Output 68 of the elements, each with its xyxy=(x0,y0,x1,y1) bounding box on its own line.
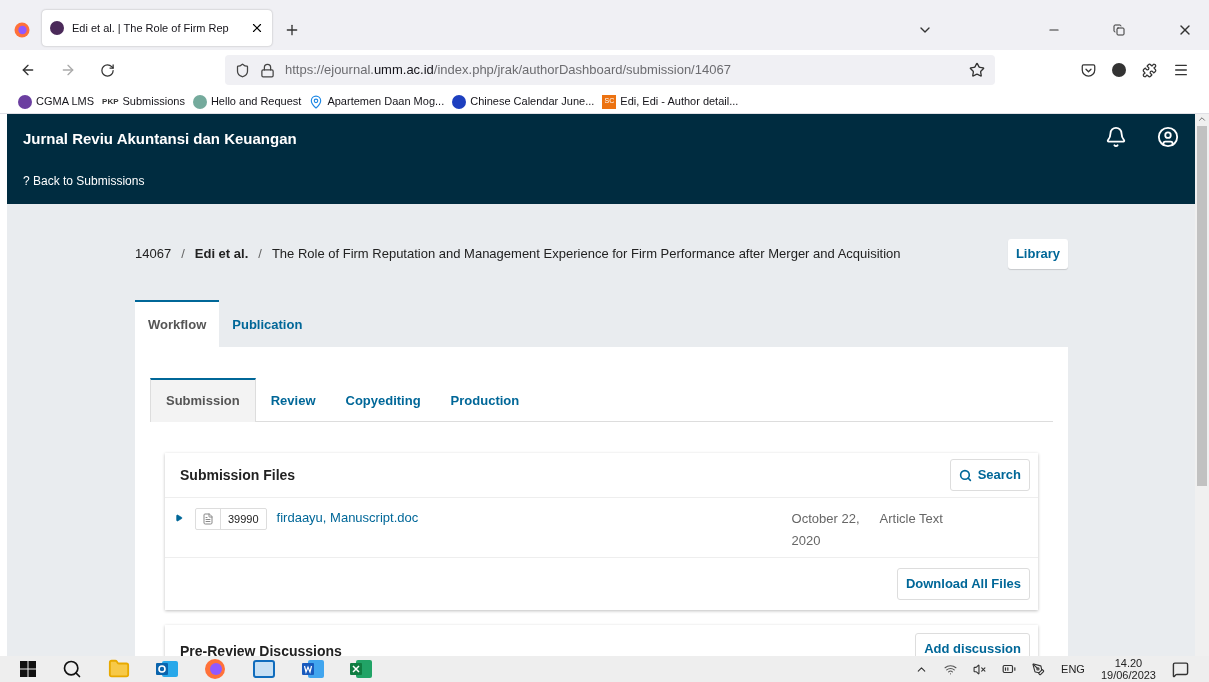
address-bar[interactable]: https://ejournal.umm.ac.id/index.php/jrak/authorDashboard/submission/14067 xyxy=(225,55,995,85)
language-indicator[interactable]: ENG xyxy=(1061,660,1085,678)
expand-icon[interactable] xyxy=(175,514,183,522)
windows-start-icon[interactable] xyxy=(20,661,36,677)
bookmark-link[interactable]: Submissions xyxy=(122,93,185,110)
muted-speaker-icon[interactable] xyxy=(973,662,987,676)
download-all-button[interactable]: Download All Files xyxy=(896,568,1030,600)
file-link[interactable]: firdaayu, Manuscript.doc xyxy=(276,508,792,528)
new-tab-icon[interactable] xyxy=(284,22,300,38)
browser-tab[interactable]: Edi et al. | The Role of Firm Rep xyxy=(42,10,272,46)
search-icon xyxy=(958,468,972,482)
account-icon[interactable] xyxy=(1112,63,1126,77)
bookmark-link[interactable]: Apartemen Daan Mog... xyxy=(327,93,445,110)
submission-id: 14067 xyxy=(135,245,172,264)
extensions-icon[interactable] xyxy=(1142,62,1157,78)
separator: / xyxy=(258,245,262,264)
stage-tab[interactable]: Production xyxy=(435,378,535,422)
close-icon[interactable] xyxy=(250,21,264,35)
notifications-icon[interactable] xyxy=(1172,660,1189,678)
tab-title: Edi et al. | The Role of Firm Rep xyxy=(72,20,230,36)
document-icon xyxy=(202,513,214,525)
document-app-icon[interactable] xyxy=(302,659,324,679)
spreadsheet-app-icon[interactable] xyxy=(350,659,372,679)
shield-icon xyxy=(235,62,250,78)
submission-authors: Edi et al. xyxy=(194,245,249,264)
clock-time[interactable]: 14.20 xyxy=(1114,657,1143,669)
journal-title[interactable]: Jurnal Reviu Akuntansi dan Keuangan xyxy=(23,128,1179,151)
restore-icon[interactable] xyxy=(1113,24,1125,36)
bookmark-star-icon[interactable] xyxy=(969,62,985,78)
stage-tab[interactable]: Copyediting xyxy=(330,378,436,422)
mail-app-icon[interactable] xyxy=(156,659,178,679)
bookmark-link[interactable]: Chinese Calendar June... xyxy=(470,93,595,110)
lock-icon xyxy=(260,62,275,78)
separator: / xyxy=(181,245,185,264)
menu-icon[interactable] xyxy=(1173,62,1189,78)
stage-tab[interactable]: Review xyxy=(255,378,331,422)
scrollbar[interactable] xyxy=(1195,114,1209,656)
workflow-tab[interactable]: Workflow xyxy=(135,300,220,347)
journal-favicon xyxy=(50,21,64,35)
stage-tab[interactable]: Submission xyxy=(150,378,256,422)
pen-icon[interactable] xyxy=(1032,662,1046,676)
panel-title: Pre-Review Discussions xyxy=(180,642,342,656)
site-logo: PKP xyxy=(102,95,119,108)
bookmark-link[interactable]: Hello and Request xyxy=(210,93,302,110)
back-icon[interactable] xyxy=(20,62,36,78)
battery-icon[interactable] xyxy=(1002,662,1017,676)
bookmark-link[interactable]: Edi, Edi - Author detail... xyxy=(620,93,739,110)
browser-icon[interactable] xyxy=(204,658,226,680)
network-icon[interactable] xyxy=(944,662,958,676)
submission-title: The Role of Firm Reputation and Management Experience for Firm Performance after Merger and Acquisition xyxy=(271,245,902,264)
file-date: October 22, 2020 xyxy=(791,510,861,550)
user-icon[interactable] xyxy=(1157,126,1179,148)
file-id: 39990 xyxy=(220,509,266,529)
pocket-icon[interactable] xyxy=(1081,62,1096,78)
reload-icon[interactable] xyxy=(100,62,115,78)
notification-icon[interactable] xyxy=(1105,126,1127,148)
back-link[interactable]: ? Back to Submissions xyxy=(23,172,1179,190)
workflow-tab[interactable]: Publication xyxy=(219,300,316,347)
search-icon[interactable] xyxy=(62,659,82,679)
scroll-up-icon[interactable] xyxy=(1197,114,1207,124)
clock-date[interactable]: 19/06/2023 xyxy=(1100,669,1156,681)
file-type: Article Text xyxy=(879,510,943,528)
library-button[interactable]: Library xyxy=(1007,239,1068,269)
bookmark-link[interactable]: CGMA LMS xyxy=(36,93,95,110)
browser-logo-icon[interactable] xyxy=(14,22,30,38)
search-button[interactable]: Search xyxy=(949,459,1030,491)
panel-title: Submission Files xyxy=(180,465,296,485)
url-text: https://ejournal.umm.ac.id/index.php/jrak/authorDashboard/submission/14067 xyxy=(285,61,732,80)
